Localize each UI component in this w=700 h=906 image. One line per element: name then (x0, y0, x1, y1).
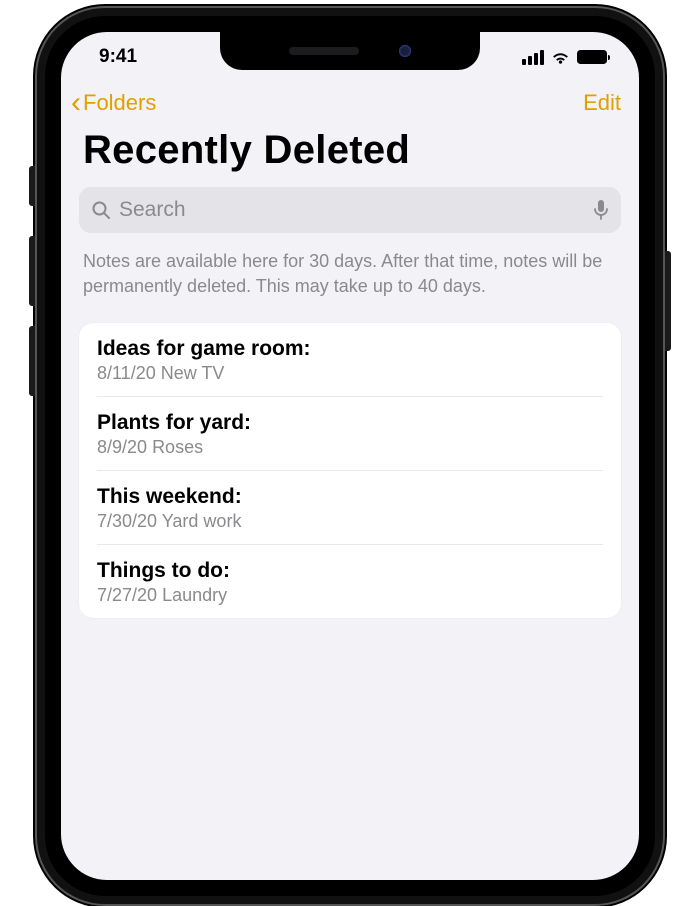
mic-icon[interactable] (593, 199, 609, 221)
speaker (289, 47, 359, 55)
back-button[interactable]: ‹ Folders (71, 88, 156, 118)
side-button (29, 326, 35, 396)
note-title: Things to do: (97, 559, 603, 583)
screen: 9:41 ‹ Folders Edit Recently Deleted (61, 32, 639, 880)
note-title: This weekend: (97, 485, 603, 509)
note-subtitle: 8/9/20Roses (97, 437, 603, 458)
search-placeholder: Search (119, 198, 585, 222)
wifi-icon (550, 50, 571, 65)
note-title: Plants for yard: (97, 411, 603, 435)
phone-frame: 9:41 ‹ Folders Edit Recently Deleted (35, 6, 665, 906)
list-item[interactable]: Things to do: 7/27/20Laundry (97, 545, 603, 618)
search-icon (91, 200, 111, 220)
search-input[interactable]: Search (79, 187, 621, 233)
side-button (29, 166, 35, 206)
notes-list: Ideas for game room: 8/11/20New TV Plant… (79, 323, 621, 618)
back-label: Folders (83, 90, 156, 116)
note-subtitle: 7/27/20Laundry (97, 585, 603, 606)
side-button (29, 236, 35, 306)
side-button (665, 251, 671, 351)
list-item[interactable]: This weekend: 7/30/20Yard work (97, 471, 603, 545)
front-camera (399, 45, 411, 57)
edit-button[interactable]: Edit (583, 90, 621, 116)
status-time: 9:41 (89, 46, 137, 68)
list-item[interactable]: Ideas for game room: 8/11/20New TV (97, 323, 603, 397)
notch (220, 32, 480, 70)
page-title: Recently Deleted (61, 122, 639, 187)
note-subtitle: 8/11/20New TV (97, 363, 603, 384)
battery-icon (577, 50, 607, 64)
note-subtitle: 7/30/20Yard work (97, 511, 603, 532)
info-text: Notes are available here for 30 days. Af… (61, 233, 639, 323)
nav-bar: ‹ Folders Edit (61, 82, 639, 122)
note-title: Ideas for game room: (97, 337, 603, 361)
chevron-left-icon: ‹ (71, 88, 81, 118)
list-item[interactable]: Plants for yard: 8/9/20Roses (97, 397, 603, 471)
cellular-signal-icon (522, 50, 544, 65)
